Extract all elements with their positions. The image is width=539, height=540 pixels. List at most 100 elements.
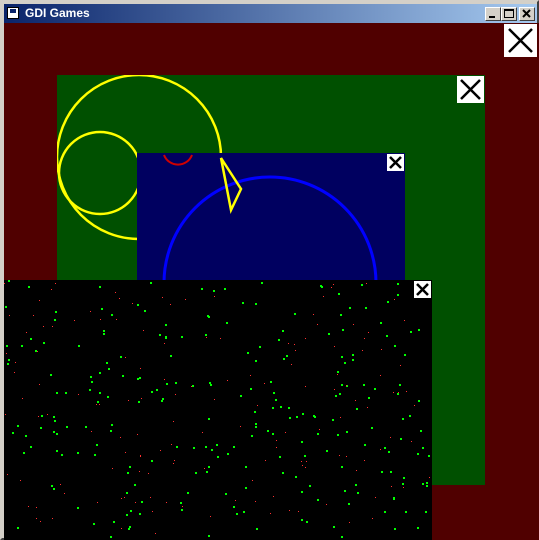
app-window-icon[interactable] bbox=[7, 7, 19, 19]
minimize-button[interactable] bbox=[485, 7, 501, 21]
star bbox=[386, 335, 388, 337]
star bbox=[125, 357, 126, 358]
star bbox=[313, 314, 314, 315]
star bbox=[43, 342, 45, 344]
star bbox=[36, 518, 37, 519]
star bbox=[119, 298, 120, 299]
star bbox=[341, 466, 343, 468]
star bbox=[30, 446, 32, 448]
star bbox=[394, 299, 395, 300]
star bbox=[208, 316, 210, 318]
star bbox=[139, 471, 140, 472]
star bbox=[182, 506, 183, 507]
star bbox=[55, 311, 57, 313]
star bbox=[112, 468, 113, 469]
star bbox=[15, 362, 16, 363]
star bbox=[276, 447, 277, 448]
star bbox=[64, 493, 65, 494]
star bbox=[387, 301, 389, 303]
star bbox=[295, 476, 297, 478]
star bbox=[352, 359, 354, 361]
star bbox=[368, 332, 369, 333]
star bbox=[403, 487, 404, 488]
star bbox=[335, 395, 337, 397]
star bbox=[138, 401, 140, 403]
star bbox=[288, 343, 289, 344]
starfield-panel[interactable] bbox=[4, 280, 432, 540]
star bbox=[217, 456, 219, 458]
star bbox=[309, 485, 311, 487]
star bbox=[346, 385, 347, 386]
star bbox=[404, 354, 406, 356]
star bbox=[255, 423, 257, 425]
star bbox=[255, 360, 257, 362]
star bbox=[173, 421, 174, 422]
star bbox=[301, 491, 303, 493]
star bbox=[7, 363, 9, 365]
star bbox=[344, 490, 346, 492]
star bbox=[342, 329, 344, 331]
star bbox=[245, 487, 247, 489]
starfield-panel-close-button[interactable] bbox=[414, 281, 431, 298]
star bbox=[78, 345, 80, 347]
star bbox=[317, 499, 319, 501]
star bbox=[319, 429, 320, 430]
star bbox=[151, 391, 153, 393]
star bbox=[166, 502, 167, 503]
star bbox=[255, 303, 257, 305]
star bbox=[333, 284, 334, 285]
star bbox=[56, 450, 58, 452]
star bbox=[53, 488, 55, 490]
star bbox=[384, 511, 386, 513]
star bbox=[51, 485, 53, 487]
star bbox=[323, 296, 324, 297]
star bbox=[333, 526, 335, 528]
star bbox=[302, 465, 303, 466]
star bbox=[139, 377, 141, 379]
star bbox=[280, 406, 282, 408]
star bbox=[210, 516, 211, 517]
star bbox=[120, 356, 122, 358]
star bbox=[341, 356, 343, 358]
close-button[interactable] bbox=[519, 7, 535, 21]
star bbox=[36, 507, 37, 508]
star bbox=[125, 452, 126, 453]
star bbox=[356, 408, 358, 410]
star bbox=[122, 375, 124, 377]
star bbox=[12, 432, 14, 434]
star bbox=[141, 398, 142, 399]
star bbox=[150, 282, 152, 284]
star bbox=[326, 450, 328, 452]
star bbox=[409, 415, 411, 417]
star bbox=[204, 468, 205, 469]
star bbox=[159, 334, 161, 336]
star bbox=[150, 497, 151, 498]
blue-panel[interactable] bbox=[137, 153, 405, 283]
star bbox=[270, 381, 272, 383]
star bbox=[53, 431, 55, 433]
star bbox=[187, 492, 189, 494]
star bbox=[250, 388, 252, 390]
star bbox=[257, 405, 258, 406]
star bbox=[191, 386, 192, 387]
maximize-button[interactable] bbox=[501, 7, 517, 21]
star bbox=[393, 498, 395, 500]
star bbox=[40, 521, 41, 522]
star bbox=[166, 383, 168, 385]
title-bar[interactable]: GDI Games bbox=[4, 4, 537, 23]
star bbox=[110, 430, 112, 432]
star bbox=[96, 404, 97, 405]
blue-panel-drawing bbox=[162, 154, 378, 283]
outer-panel-close-button[interactable] bbox=[504, 24, 537, 57]
star bbox=[139, 513, 141, 515]
game-client-area[interactable] bbox=[4, 23, 539, 540]
star bbox=[214, 296, 215, 297]
star bbox=[143, 330, 144, 331]
star bbox=[6, 353, 7, 354]
star bbox=[151, 460, 153, 462]
star bbox=[334, 346, 335, 347]
star bbox=[90, 376, 92, 378]
star bbox=[272, 433, 274, 435]
star bbox=[397, 294, 399, 296]
star bbox=[56, 433, 58, 435]
